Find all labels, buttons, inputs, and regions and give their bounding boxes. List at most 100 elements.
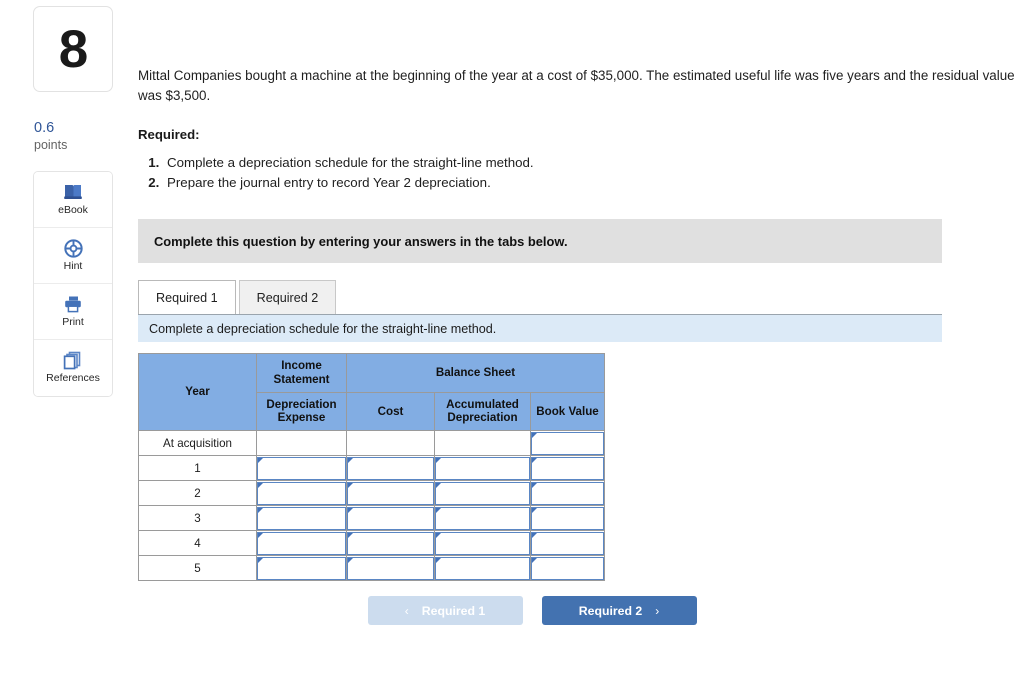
- required-heading: Required:: [138, 126, 200, 142]
- points-label: points: [34, 137, 68, 152]
- cell-accumulated-depreciation: [434, 430, 531, 457]
- depreciation-schedule-table: Year Income Statement Balance Sheet Depr…: [138, 353, 605, 582]
- input-cost[interactable]: [347, 556, 434, 580]
- input-book-value[interactable]: [531, 531, 604, 555]
- header-cost: Cost: [346, 391, 435, 432]
- cell-book-value: [530, 455, 605, 482]
- header-depreciation-expense: Depreciation Expense: [256, 391, 347, 432]
- print-icon: [63, 295, 83, 314]
- requirements-list: Complete a depreciation schedule for the…: [138, 153, 1024, 194]
- input-book-value[interactable]: [531, 456, 604, 480]
- cell-cost: [346, 530, 435, 557]
- cell-depreciation-expense: [256, 480, 347, 507]
- question-number: 8: [58, 19, 89, 79]
- input-cost[interactable]: [347, 456, 434, 480]
- table-row: 5: [138, 555, 605, 582]
- cell-book-value: [530, 555, 605, 582]
- year-label: 5: [138, 555, 257, 582]
- input-book-value[interactable]: [531, 556, 604, 580]
- next-required-2-button[interactable]: Required 2 ›: [541, 596, 697, 626]
- header-accumulated-depreciation: Accumulated Depreciation: [434, 391, 531, 432]
- input-depreciation-expense[interactable]: [257, 556, 346, 580]
- table-row: 2: [138, 480, 605, 507]
- table-body: At acquisition 1 2 3 4 5: [138, 430, 605, 582]
- navigation-row: ‹ Required 1 Required 2 ›: [138, 596, 838, 626]
- year-label: 1: [138, 455, 257, 482]
- input-book-value[interactable]: [531, 431, 604, 455]
- next-button-label: Required 2: [578, 603, 643, 618]
- input-depreciation-expense[interactable]: [257, 531, 346, 555]
- input-accumulated-depreciation[interactable]: [435, 481, 530, 505]
- cell-accumulated-depreciation: [434, 455, 531, 482]
- cell-cost: [346, 555, 435, 582]
- input-accumulated-depreciation[interactable]: [435, 506, 530, 530]
- question-page: 8 0.6 points eBook Hint Print References…: [0, 0, 1024, 689]
- cell-cost: [346, 430, 435, 457]
- cell-accumulated-depreciation: [434, 480, 531, 507]
- tool-label-references: References: [46, 372, 100, 385]
- tool-references[interactable]: References: [34, 339, 112, 396]
- chevron-left-icon: ‹: [404, 603, 409, 618]
- instruction-banner-gray: Complete this question by entering your …: [138, 219, 942, 264]
- requirement-item-1: Complete a depreciation schedule for the…: [163, 153, 1024, 173]
- table-head: Year Income Statement Balance Sheet Depr…: [138, 353, 605, 432]
- cell-depreciation-expense: [256, 530, 347, 557]
- depreciation-schedule-wrap: Year Income Statement Balance Sheet Depr…: [138, 353, 1024, 582]
- question-stem: Mittal Companies bought a machine at the…: [138, 68, 1015, 104]
- tab-required-2[interactable]: Required 2: [238, 280, 337, 315]
- input-accumulated-depreciation[interactable]: [435, 456, 530, 480]
- table-header-row-groups: Year Income Statement Balance Sheet: [138, 353, 605, 432]
- cell-depreciation-expense: [256, 455, 347, 482]
- table-row: 3: [138, 505, 605, 532]
- cell-book-value: [530, 530, 605, 557]
- tool-label-ebook: eBook: [58, 203, 88, 216]
- input-cost[interactable]: [347, 481, 434, 505]
- cell-depreciation-expense: [256, 555, 347, 582]
- tab-bar: Required 1 Required 2: [138, 280, 1024, 315]
- tool-hint[interactable]: Hint: [34, 227, 112, 284]
- cell-cost: [346, 480, 435, 507]
- cell-accumulated-depreciation: [434, 505, 531, 532]
- ebook-icon: [63, 183, 83, 202]
- input-depreciation-expense[interactable]: [257, 481, 346, 505]
- tab-required-1-label: Required 1: [156, 290, 218, 305]
- requirement-item-2: Prepare the journal entry to record Year…: [163, 173, 1024, 193]
- table-row: 1: [138, 455, 605, 482]
- tool-stack: eBook Hint Print References: [33, 170, 113, 397]
- prev-required-1-button[interactable]: ‹ Required 1: [367, 596, 523, 626]
- table-row: At acquisition: [138, 430, 605, 457]
- left-rail: 8 0.6 points eBook Hint Print References: [33, 6, 115, 397]
- tab-required-1[interactable]: Required 1: [138, 280, 236, 315]
- input-depreciation-expense[interactable]: [257, 506, 346, 530]
- tool-label-hint: Hint: [63, 259, 83, 272]
- year-label: 3: [138, 505, 257, 532]
- header-income-statement: Income Statement: [256, 353, 347, 393]
- cell-book-value: [530, 505, 605, 532]
- input-book-value[interactable]: [531, 481, 604, 505]
- input-accumulated-depreciation[interactable]: [435, 556, 530, 580]
- references-icon: [63, 351, 83, 370]
- input-cost[interactable]: [347, 531, 434, 555]
- cell-accumulated-depreciation: [434, 555, 531, 582]
- header-year: Year: [138, 353, 257, 432]
- year-label: 4: [138, 530, 257, 557]
- header-balance-sheet: Balance Sheet: [346, 353, 605, 393]
- hint-icon: [63, 239, 83, 258]
- input-cost[interactable]: [347, 506, 434, 530]
- input-book-value[interactable]: [531, 506, 604, 530]
- cell-depreciation-expense: [256, 430, 347, 457]
- chevron-right-icon: ›: [655, 603, 660, 618]
- cell-accumulated-depreciation: [434, 530, 531, 557]
- cell-book-value: [530, 430, 605, 457]
- input-depreciation-expense[interactable]: [257, 456, 346, 480]
- tool-ebook[interactable]: eBook: [34, 171, 112, 228]
- cell-depreciation-expense: [256, 505, 347, 532]
- instruction-banner-blue: Complete a depreciation schedule for the…: [138, 314, 942, 343]
- tool-print[interactable]: Print: [34, 283, 112, 340]
- input-accumulated-depreciation[interactable]: [435, 531, 530, 555]
- tool-label-print: Print: [62, 315, 84, 328]
- header-book-value: Book Value: [530, 391, 605, 432]
- question-number-box: 8: [33, 6, 113, 92]
- year-label: At acquisition: [138, 430, 257, 457]
- points-block: 0.6 points: [33, 120, 115, 154]
